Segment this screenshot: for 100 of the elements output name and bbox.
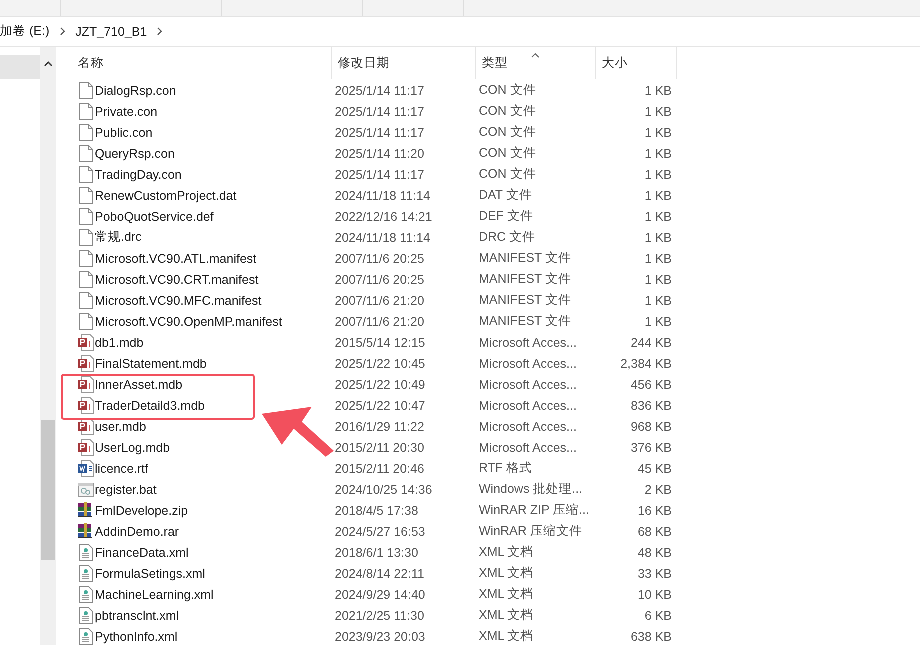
scroll-up-icon[interactable] [44, 61, 53, 67]
file-type: XML 文档 [479, 586, 535, 603]
file-name[interactable]: Microsoft.VC90.OpenMP.manifest [95, 314, 282, 328]
file-icon [78, 82, 92, 99]
archive-icon [77, 523, 94, 540]
file-size: 6 KB [644, 608, 672, 622]
file-size: 2 KB [644, 482, 672, 496]
modified-date: 2007/11/6 21:20 [335, 314, 426, 328]
file-type: DRC 文件 [479, 229, 537, 246]
file-name[interactable]: TradingDay.con [95, 168, 182, 182]
file-icon [78, 187, 92, 204]
file-name[interactable]: FormulaSetings.xml [95, 566, 206, 580]
modified-date: 2024/11/18 11:14 [335, 230, 432, 244]
file-type: Microsoft Acces... [479, 336, 578, 350]
file-name[interactable]: PoboQuotService.def [95, 210, 214, 224]
xml-file-icon [78, 544, 92, 561]
modified-date: 2015/2/11 20:30 [335, 440, 426, 454]
file-name[interactable]: user.mdb [95, 420, 146, 434]
file-name[interactable]: Public.con [95, 126, 153, 140]
file-name[interactable]: UserLog.mdb [95, 440, 170, 454]
file-name[interactable]: Microsoft.VC90.MFC.manifest [95, 294, 262, 308]
modified-date: 2025/1/14 11:17 [335, 84, 426, 98]
file-size: 968 KB [630, 420, 672, 434]
file-type: MANIFEST 文件 [479, 271, 572, 288]
file-name[interactable]: PythonInfo.xml [95, 630, 178, 644]
scrollbar-thumb[interactable] [41, 420, 55, 560]
column-header[interactable]: 类型 [476, 47, 596, 79]
database-file-icon [78, 334, 94, 351]
file-icon [78, 208, 92, 225]
file-type: DEF 文件 [479, 208, 534, 225]
file-icon [78, 103, 92, 120]
file-size: 1 KB [644, 294, 672, 308]
chevron-icon[interactable] [157, 27, 164, 36]
file-type: CON 文件 [479, 82, 538, 99]
file-size: 1 KB [644, 272, 672, 286]
file-size: 638 KB [630, 630, 672, 644]
file-icon [78, 292, 92, 309]
chevron-icon[interactable] [60, 27, 66, 36]
file-name[interactable]: FinalStatement.mdb [95, 356, 207, 370]
file-name[interactable]: Microsoft.VC90.ATL.manifest [95, 252, 257, 266]
modified-date: 2024/11/18 11:14 [335, 188, 432, 202]
file-name[interactable]: RenewCustomProject.dat [95, 188, 237, 202]
file-name[interactable]: InnerAsset.mdb [95, 378, 183, 392]
file-icon [78, 145, 92, 162]
file-type: Microsoft Acces... [479, 398, 578, 412]
file-name[interactable]: 常规.drc [95, 229, 142, 246]
xml-file-icon [78, 586, 92, 603]
document-icon [78, 460, 94, 477]
file-name[interactable]: Microsoft.VC90.CRT.manifest [95, 272, 259, 286]
file-size: 1 KB [644, 84, 672, 98]
file-icon [78, 271, 92, 288]
archive-icon [77, 502, 94, 519]
modified-date: 2025/1/14 11:17 [335, 168, 426, 182]
modified-date: 2007/11/6 20:25 [335, 252, 426, 266]
file-icon [78, 229, 92, 246]
xml-file-icon [78, 607, 92, 624]
file-size: 2,384 KB [620, 356, 672, 370]
xml-file-icon [78, 565, 92, 582]
file-size: 1 KB [644, 146, 672, 160]
file-type: MANIFEST 文件 [479, 313, 572, 330]
file-size: 1 KB [644, 104, 672, 118]
file-type: CON 文件 [479, 124, 538, 141]
file-size: 16 KB [636, 504, 672, 518]
column-header[interactable]: 名称 [76, 47, 332, 79]
column-header[interactable]: 修改日期 [332, 47, 476, 79]
file-name[interactable]: DialogRsp.con [95, 84, 176, 98]
file-type: Microsoft Acces... [479, 378, 578, 392]
file-type: MANIFEST 文件 [479, 250, 572, 267]
file-name[interactable]: db1.mdb [95, 336, 144, 350]
gear-file-icon [78, 482, 94, 498]
file-name[interactable]: AddinDemo.rar [95, 524, 180, 538]
file-size: 45 KB [636, 462, 672, 476]
database-file-icon [78, 355, 94, 372]
file-size: 1 KB [644, 314, 672, 328]
file-name[interactable]: QueryRsp.con [95, 146, 175, 160]
file-type: Microsoft Acces... [479, 420, 578, 434]
file-name[interactable]: Private.con [95, 104, 158, 118]
file-name[interactable]: TraderDetaild3.mdb [95, 398, 206, 412]
file-type: XML 文档 [479, 628, 535, 645]
file-type: CON 文件 [479, 166, 538, 183]
modified-date: 2024/5/27 16:53 [335, 524, 426, 538]
file-name[interactable]: licence.rtf [95, 462, 148, 476]
file-type: XML 文档 [479, 565, 535, 582]
file-name[interactable]: MachineLearning.xml [95, 588, 214, 602]
column-header[interactable]: 大小 [596, 47, 677, 79]
modified-date: 2024/10/25 14:36 [335, 482, 434, 496]
sort-indicator-icon [531, 53, 540, 58]
file-name[interactable]: FinanceData.xml [95, 546, 189, 560]
file-name[interactable]: FmlDevelope.zip [95, 504, 188, 518]
file-icon [78, 166, 92, 183]
breadcrumb-item[interactable]: JZT_710_B1 [76, 24, 148, 38]
file-name[interactable]: register.bat [95, 482, 157, 496]
database-file-icon [78, 376, 94, 393]
modified-date: 2025/1/14 11:17 [335, 126, 426, 140]
file-name[interactable]: pbtransclnt.xml [95, 608, 180, 622]
file-type: WinRAR 压缩文件 [479, 523, 584, 540]
breadcrumb-item[interactable]: 加卷 (E:) [0, 23, 50, 40]
file-type: MANIFEST 文件 [479, 292, 572, 309]
modified-date: 2025/1/22 10:45 [335, 356, 426, 370]
modified-date: 2025/1/14 11:20 [335, 146, 426, 160]
